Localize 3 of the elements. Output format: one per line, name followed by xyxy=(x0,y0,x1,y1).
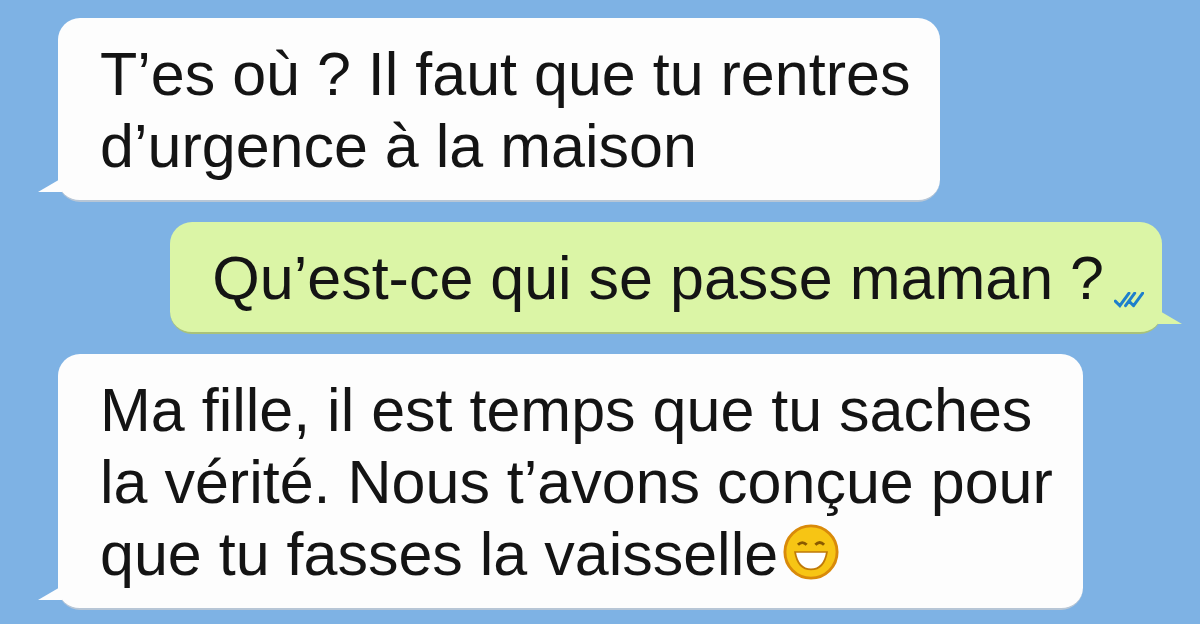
message-text: Ma fille, il est temps que tu saches la vérité. Nous t’avons conçue pour que tu fasses la vaisselle xyxy=(100,375,1053,590)
message-text: Qu’est-ce qui se passe maman ? xyxy=(212,243,1104,314)
message-text: T’es où ? Il faut que tu rentres d’urgence à la maison xyxy=(100,39,911,182)
